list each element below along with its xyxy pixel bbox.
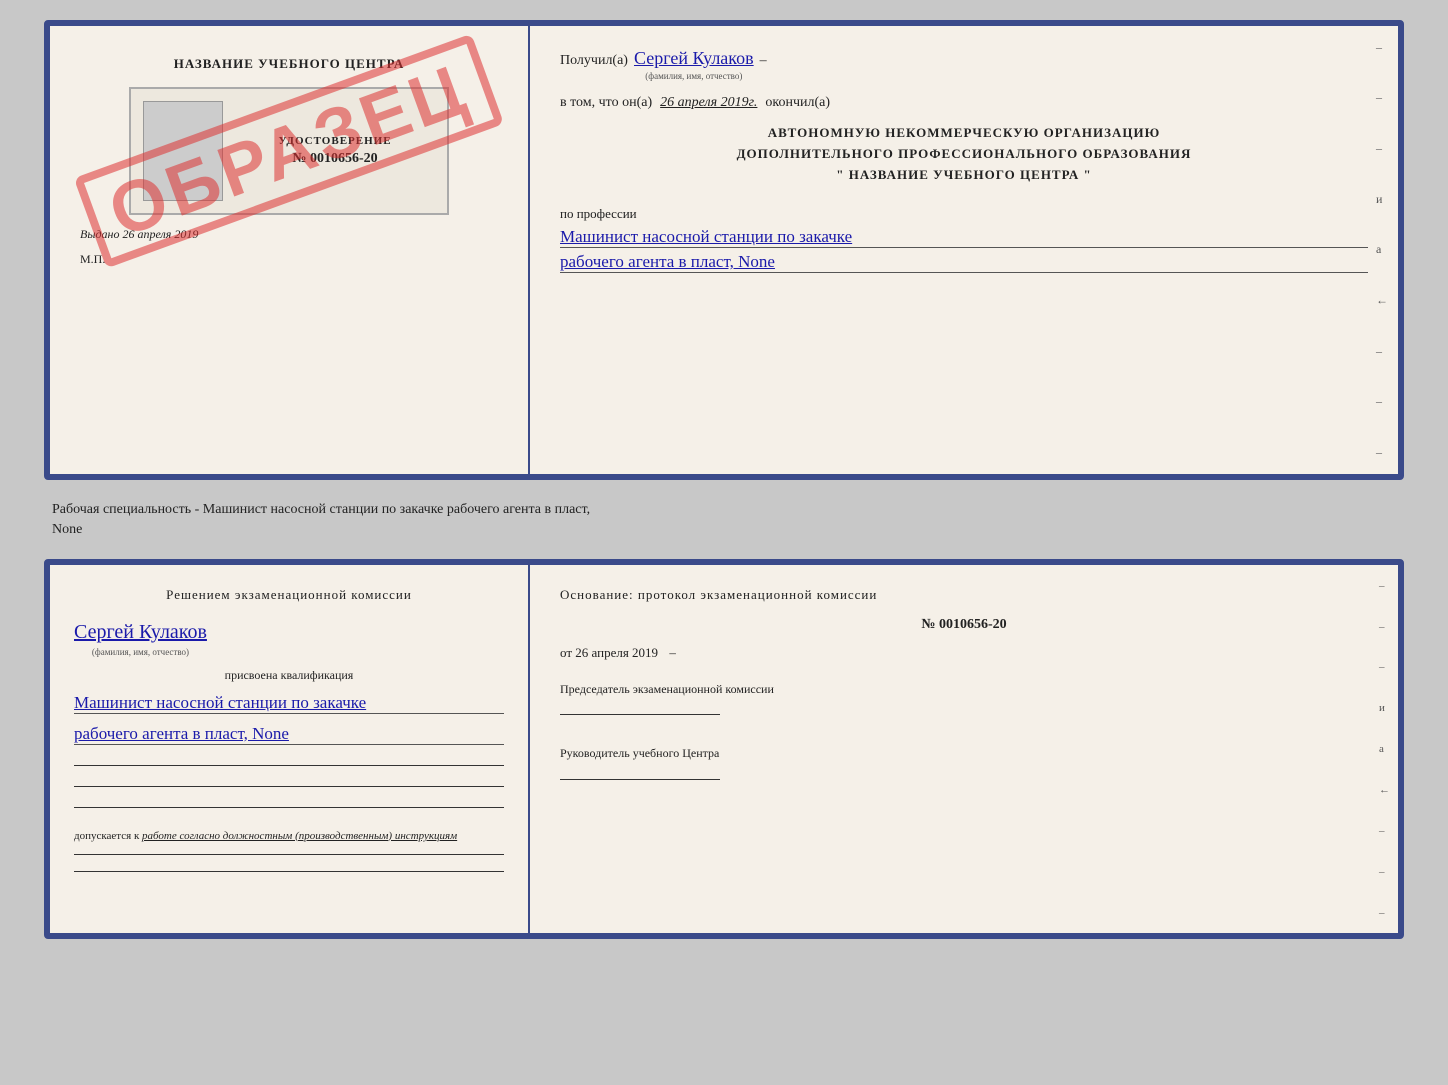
cert-label: УДОСТОВЕРЕНИЕ [278,135,391,147]
chairman-label: Председатель экзаменационной комиссии [560,681,1368,698]
org-line1: АВТОНОМНУЮ НЕКОММЕРЧЕСКУЮ ОРГАНИЗАЦИЮ [560,123,1368,144]
director-label: Руководитель учебного Центра [560,745,1368,762]
date-prefix: от [560,645,572,660]
right-dashes2: –––иа←––– [1379,565,1390,933]
top-document: НАЗВАНИЕ УЧЕБНОГО ЦЕНТРА УДОСТОВЕРЕНИЕ №… [44,20,1404,480]
dopusk-value: работе согласно должностным (производств… [142,830,457,842]
middle-line1: Рабочая специальность - Машинист насосно… [52,502,590,517]
chairman-block: Председатель экзаменационной комиссии [560,681,1368,716]
bottom-right-title: Основание: протокол экзаменационной коми… [560,585,1368,605]
number-value: 0010656-20 [939,617,1007,632]
date-prefix: в том, что он(а) [560,95,652,111]
center-name-title: НАЗВАНИЕ УЧЕБНОГО ЦЕНТРА [174,56,405,72]
org-text: АВТОНОМНУЮ НЕКОММЕРЧЕСКУЮ ОРГАНИЗАЦИЮ ДО… [560,123,1368,185]
certificate-inner: УДОСТОВЕРЕНИЕ № 0010656-20 ОБРАЗЕЦ [129,87,449,215]
qualification-label: присвоена квалификация [74,668,504,683]
date-value: 26 апреля 2019г. [660,95,757,111]
right-dashes: –––иа←––– [1376,26,1388,474]
dash: – [760,53,767,69]
recipient-name-sub: (фамилия, имя, отчество) [645,71,742,81]
director-block: Руководитель учебного Центра [560,745,1368,780]
date-value: 26 апреля 2019 [575,645,658,660]
bottom-left: Решением экзаменационной комиссии Сергей… [50,565,530,933]
chairman-sig-line [560,699,720,715]
cert-text: УДОСТОВЕРЕНИЕ № 0010656-20 [235,101,435,201]
issued-line: Выдано 26 апреля 2019 [70,227,198,242]
bottom-lines [74,761,504,812]
finished-label: окончил(а) [765,95,830,111]
signature-block: Председатель экзаменационной комиссии Ру… [560,681,1368,781]
cert-number: № 0010656-20 [292,151,377,167]
line2 [74,786,504,787]
protocol-number: № 0010656-20 [560,617,1368,633]
date-line: в том, что он(а) 26 апреля 2019г. окончи… [560,95,1368,111]
org-line2: ДОПОЛНИТЕЛЬНОГО ПРОФЕССИОНАЛЬНОГО ОБРАЗО… [560,144,1368,165]
photo-area [143,101,223,201]
org-line3: " НАЗВАНИЕ УЧЕБНОГО ЦЕНТРА " [560,165,1368,186]
middle-line2: None [52,522,82,537]
left-panel: НАЗВАНИЕ УЧЕБНОГО ЦЕНТРА УДОСТОВЕРЕНИЕ №… [50,26,530,474]
qualification-line1: Машинист насосной станции по закачке [74,693,504,714]
mp-line: М.П. [70,252,105,267]
issued-label: Выдано [80,227,119,241]
recipient-line: Получил(а) Сергей Кулаков (фамилия, имя,… [560,48,1368,69]
right-panel: Получил(а) Сергей Кулаков (фамилия, имя,… [530,26,1398,474]
dopusk-line: допускается к работе согласно должностны… [74,830,504,842]
middle-text: Рабочая специальность - Машинист насосно… [44,496,1404,543]
profession-line1: Машинист насосной станции по закачке [560,227,1368,248]
line3 [74,807,504,808]
qualification-line2: рабочего агента в пласт, None [74,724,504,745]
profession-label: по профессии [560,206,637,221]
director-sig-line [560,764,720,780]
number-label: № [921,617,935,632]
bottom-document: Решением экзаменационной комиссии Сергей… [44,559,1404,939]
received-label: Получил(а) [560,53,628,69]
recipient-name: Сергей Кулаков (фамилия, имя, отчество) [634,48,754,69]
protocol-date: от 26 апреля 2019 – [560,645,1368,661]
dopusk-prefix: допускается к [74,830,139,842]
bottom-name-sub: (фамилия, имя, отчество) [92,647,189,657]
bottom-name-block: Сергей Кулаков (фамилия, имя, отчество) [74,621,504,644]
profession-line2: рабочего агента в пласт, None [560,252,1368,273]
issued-date: 26 апреля 2019 [122,227,198,241]
bottom-left-title: Решением экзаменационной комиссии [74,585,504,605]
bottom-name: Сергей Кулаков (фамилия, имя, отчество) [74,621,207,644]
line1 [74,765,504,766]
bottom-right: Основание: протокол экзаменационной коми… [530,565,1398,933]
dopusk-underline2 [74,871,504,872]
dopusk-underline [74,854,504,855]
profession-block: по профессии Машинист насосной станции п… [560,205,1368,273]
